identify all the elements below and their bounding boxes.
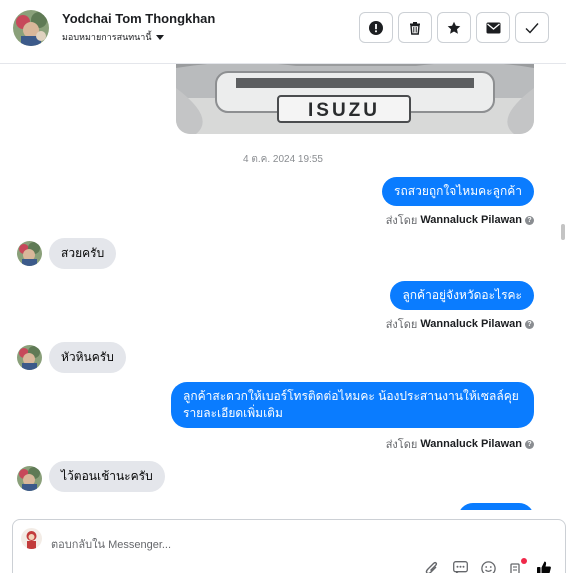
message-line: รายละเอียดเพิ่มเติม bbox=[183, 406, 283, 420]
mark-done-button[interactable] bbox=[515, 12, 549, 43]
app-button[interactable] bbox=[507, 558, 527, 573]
scrollbar-thumb[interactable] bbox=[561, 224, 565, 240]
saved-replies-button[interactable] bbox=[451, 559, 469, 573]
smiley-icon bbox=[480, 560, 496, 573]
delete-button[interactable] bbox=[398, 12, 432, 43]
outgoing-message-bubble[interactable]: ลูกค้าสะดวกให้เบอร์โทรติดต่อไหมคะ น้องปร… bbox=[171, 382, 534, 428]
chevron-down-icon bbox=[155, 34, 164, 40]
notification-dot bbox=[521, 558, 527, 564]
assign-label: มอบหมายการสนทนานี้ bbox=[62, 32, 152, 42]
header-actions bbox=[359, 12, 549, 43]
sender-name[interactable]: Wannaluck Pilawan bbox=[420, 214, 522, 226]
outgoing-message-bubble[interactable]: รถสวยถูกใจไหมคะลูกค้า bbox=[382, 177, 534, 206]
sender-name[interactable]: Wannaluck Pilawan bbox=[420, 318, 522, 330]
star-button[interactable] bbox=[437, 12, 471, 43]
contact-avatar-small[interactable] bbox=[17, 466, 42, 491]
contact-name[interactable]: Yodchai Tom Thongkhan bbox=[62, 11, 215, 26]
spam-report-button[interactable] bbox=[359, 12, 393, 43]
contact-avatar-small[interactable] bbox=[17, 345, 42, 370]
message-line: ลูกค้าสะดวกให้เบอร์โทรติดต่อไหมคะ น้องปร… bbox=[183, 389, 519, 403]
like-button[interactable] bbox=[535, 559, 553, 573]
assign-conversation-dropdown[interactable]: มอบหมายการสนทนานี้ bbox=[62, 30, 164, 44]
reply-composer[interactable]: ตอบกลับใน Messenger... bbox=[12, 519, 566, 573]
incoming-message-bubble[interactable]: สวยครับ bbox=[49, 238, 117, 269]
page-avatar bbox=[21, 528, 42, 549]
sent-by-label: ส่งโดย Wannaluck Pilawan ? bbox=[386, 211, 534, 229]
composer-toolbar bbox=[423, 558, 553, 573]
thumbs-up-icon bbox=[537, 561, 551, 573]
car-photo-message[interactable]: ISUZU bbox=[176, 64, 534, 134]
mail-icon bbox=[486, 22, 500, 33]
sender-name[interactable]: Wannaluck Pilawan bbox=[420, 438, 522, 450]
conversation-header: Yodchai Tom Thongkhan มอบหมายการสนทนานี้ bbox=[0, 0, 566, 64]
check-icon bbox=[525, 22, 539, 34]
chat-bubble-icon bbox=[452, 561, 468, 573]
isuzu-emblem: ISUZU bbox=[308, 100, 380, 121]
messenger-conversation-panel: Yodchai Tom Thongkhan มอบหมายการสนทนานี้ bbox=[0, 0, 566, 573]
incoming-message-bubble[interactable]: ไว้ตอนเช้านะครับ bbox=[49, 461, 165, 492]
scrollbar[interactable] bbox=[560, 64, 566, 510]
sent-by-label: ส่งโดย Wannaluck Pilawan ? bbox=[386, 315, 534, 333]
alert-icon bbox=[369, 20, 383, 35]
timestamp-divider: 4 ต.ค. 2024 19:55 bbox=[243, 154, 323, 165]
reply-input[interactable]: ตอบกลับใน Messenger... bbox=[51, 535, 171, 553]
mark-unread-button[interactable] bbox=[476, 12, 510, 43]
help-icon[interactable]: ? bbox=[525, 319, 534, 329]
sent-by-label: ส่งโดย Wannaluck Pilawan ? bbox=[386, 435, 534, 453]
outgoing-message-bubble[interactable]: ลูกค้าอยู่จังหวัดอะไรคะ bbox=[390, 281, 534, 310]
star-icon bbox=[447, 21, 461, 34]
emoji-button[interactable] bbox=[479, 559, 497, 573]
outgoing-message-bubble-partial[interactable] bbox=[458, 503, 534, 510]
contact-avatar-small[interactable] bbox=[17, 241, 42, 266]
paperclip-icon bbox=[425, 561, 438, 573]
help-icon[interactable]: ? bbox=[525, 215, 534, 225]
attach-button[interactable] bbox=[423, 559, 441, 573]
help-icon[interactable]: ? bbox=[525, 439, 534, 449]
contact-avatar[interactable] bbox=[13, 10, 49, 46]
incoming-message-bubble[interactable]: หัวหินครับ bbox=[49, 342, 126, 373]
message-list[interactable]: ISUZU 4 ต.ค. 2024 19:55 รถสวยถูกใจไหมคะล… bbox=[0, 64, 558, 510]
trash-icon bbox=[410, 21, 420, 35]
